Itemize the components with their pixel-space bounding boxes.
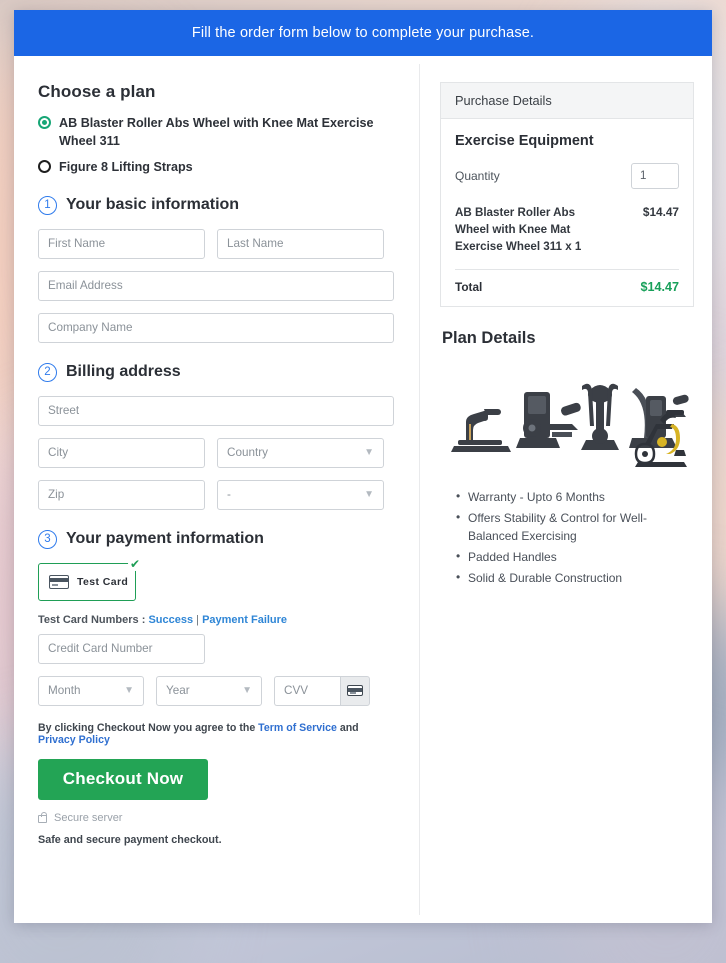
company-name-input[interactable]: Company Name bbox=[38, 312, 394, 343]
purchase-details-body: Exercise Equipment Quantity 1 AB Blaster… bbox=[441, 119, 693, 306]
list-item: Warranty - Upto 6 Months bbox=[456, 487, 694, 506]
month-select[interactable]: Month ▼ bbox=[38, 675, 144, 706]
page-banner: Fill the order form below to complete yo… bbox=[14, 10, 712, 56]
plan-option-figure-8[interactable]: Figure 8 Lifting Straps bbox=[38, 158, 396, 176]
purchase-details-panel: Purchase Details Exercise Equipment Quan… bbox=[440, 82, 694, 308]
zip-state-row: Zip - ▼ bbox=[38, 479, 396, 510]
chevron-down-icon: ▼ bbox=[364, 446, 374, 458]
terms-middle: and bbox=[336, 721, 359, 734]
street-row: Street bbox=[38, 395, 396, 426]
month-select-value: Month bbox=[48, 684, 81, 698]
chevron-down-icon: ▼ bbox=[242, 684, 252, 696]
zip-input[interactable]: Zip bbox=[38, 479, 205, 510]
step-1-title: Your basic information bbox=[66, 196, 240, 214]
plan-option-label: Figure 8 Lifting Straps bbox=[59, 159, 193, 174]
year-select[interactable]: Year ▼ bbox=[156, 675, 262, 706]
step-number-badge: 3 bbox=[38, 529, 57, 549]
radio-icon-selected[interactable] bbox=[38, 116, 51, 129]
product-category: Exercise Equipment bbox=[455, 133, 594, 149]
checkout-now-button[interactable]: Checkout Now bbox=[38, 758, 208, 800]
list-item: Offers Stability & Control for Well-Bala… bbox=[456, 508, 694, 545]
country-select[interactable]: Country ▼ bbox=[217, 437, 384, 468]
plan-details-title: Plan Details bbox=[442, 329, 536, 348]
city-country-row: City Country ▼ bbox=[38, 437, 396, 468]
step-3-title: Your payment information bbox=[66, 530, 264, 548]
first-name-input[interactable]: First Name bbox=[38, 228, 205, 259]
country-select-value: Country bbox=[227, 446, 268, 460]
step-2-title: Billing address bbox=[66, 363, 181, 381]
year-select-value: Year bbox=[166, 684, 190, 698]
company-row: Company Name bbox=[38, 312, 396, 343]
cvv-help-button[interactable] bbox=[340, 675, 370, 706]
chevron-down-icon: ▼ bbox=[364, 488, 374, 500]
plan-option-label: AB Blaster Roller Abs Wheel with Knee Ma… bbox=[59, 116, 374, 149]
total-row: Total $14.47 bbox=[455, 280, 679, 294]
terms-prefix: By clicking Checkout Now you agree to th… bbox=[38, 721, 259, 734]
quantity-input[interactable]: 1 bbox=[631, 163, 679, 189]
summary-column: Purchase Details Exercise Equipment Quan… bbox=[420, 56, 712, 923]
terms-text: By clicking Checkout Now you agree to th… bbox=[38, 722, 396, 746]
step-3-header: 3 Your payment information bbox=[38, 529, 396, 549]
checkout-card: Fill the order form below to complete yo… bbox=[14, 10, 712, 923]
test-card-failure-link[interactable]: Payment Failure bbox=[202, 614, 287, 626]
name-row: First Name Last Name bbox=[38, 228, 396, 259]
test-card-numbers: Test Card Numbers : Success | Payment Fa… bbox=[38, 614, 396, 626]
choose-plan-heading: Choose a plan bbox=[38, 82, 156, 101]
total-label: Total bbox=[455, 280, 483, 295]
card-number-row: Credit Card Number bbox=[38, 633, 396, 664]
step-1-header: 1 Your basic information bbox=[38, 195, 396, 215]
secure-server-row: Secure server bbox=[38, 812, 396, 824]
cvv-input[interactable]: CVV bbox=[274, 675, 340, 706]
order-form-column: Choose a plan AB Blaster Roller Abs Whee… bbox=[14, 56, 420, 923]
privacy-policy-link[interactable]: Privacy Policy bbox=[38, 734, 110, 746]
radio-icon-unselected[interactable] bbox=[38, 159, 51, 173]
credit-card-icon bbox=[49, 574, 69, 589]
street-input[interactable]: Street bbox=[38, 395, 394, 426]
email-row: Email Address bbox=[38, 270, 396, 301]
gym-equipment-image bbox=[451, 384, 689, 468]
line-item-price: $14.47 bbox=[642, 205, 679, 219]
banner-text: Fill the order form below to complete yo… bbox=[191, 25, 535, 41]
payment-method-label: Test Card bbox=[77, 575, 129, 588]
divider bbox=[455, 269, 679, 271]
lock-icon bbox=[38, 812, 47, 824]
state-select[interactable]: - ▼ bbox=[217, 479, 384, 510]
list-item: Padded Handles bbox=[456, 547, 694, 566]
city-input[interactable]: City bbox=[38, 437, 205, 468]
total-value: $14.47 bbox=[640, 280, 679, 295]
quantity-label: Quantity bbox=[455, 169, 500, 183]
test-card-separator: | bbox=[193, 613, 203, 626]
safe-payment-text: Safe and secure payment checkout. bbox=[38, 833, 222, 846]
credit-card-number-input[interactable]: Credit Card Number bbox=[38, 633, 205, 664]
line-item-name: AB Blaster Roller Abs Wheel with Knee Ma… bbox=[455, 206, 582, 253]
checkout-body: Choose a plan AB Blaster Roller Abs Whee… bbox=[14, 56, 712, 923]
step-number-badge: 1 bbox=[38, 195, 57, 215]
plan-option-ab-blaster[interactable]: AB Blaster Roller Abs Wheel with Knee Ma… bbox=[38, 114, 396, 151]
term-of-service-link[interactable]: Term of Service bbox=[258, 722, 337, 734]
secure-server-text: Secure server bbox=[54, 811, 123, 824]
payment-method-test-card[interactable]: ✔ Test Card bbox=[38, 556, 142, 601]
test-card-success-link[interactable]: Success bbox=[148, 614, 193, 626]
plan-details-bullets: Warranty - Upto 6 Months Offers Stabilit… bbox=[440, 487, 694, 587]
line-item-row: AB Blaster Roller Abs Wheel with Knee Ma… bbox=[455, 205, 679, 255]
last-name-input[interactable]: Last Name bbox=[217, 228, 384, 259]
chevron-down-icon: ▼ bbox=[124, 684, 134, 696]
quantity-row: Quantity 1 bbox=[455, 163, 679, 189]
step-2-header: 2 Billing address bbox=[38, 362, 396, 382]
test-card-prefix: Test Card Numbers : bbox=[38, 613, 149, 626]
email-input[interactable]: Email Address bbox=[38, 270, 394, 301]
purchase-details-header: Purchase Details bbox=[441, 83, 693, 119]
list-item: Solid & Durable Construction bbox=[456, 568, 694, 587]
step-number-badge: 2 bbox=[38, 362, 57, 382]
expiry-cvv-row: Month ▼ Year ▼ CVV bbox=[38, 675, 396, 706]
cvv-field-group: CVV bbox=[274, 675, 370, 706]
credit-card-icon bbox=[347, 685, 363, 697]
check-circle-icon: ✔ bbox=[128, 556, 142, 571]
state-select-value: - bbox=[227, 488, 231, 502]
